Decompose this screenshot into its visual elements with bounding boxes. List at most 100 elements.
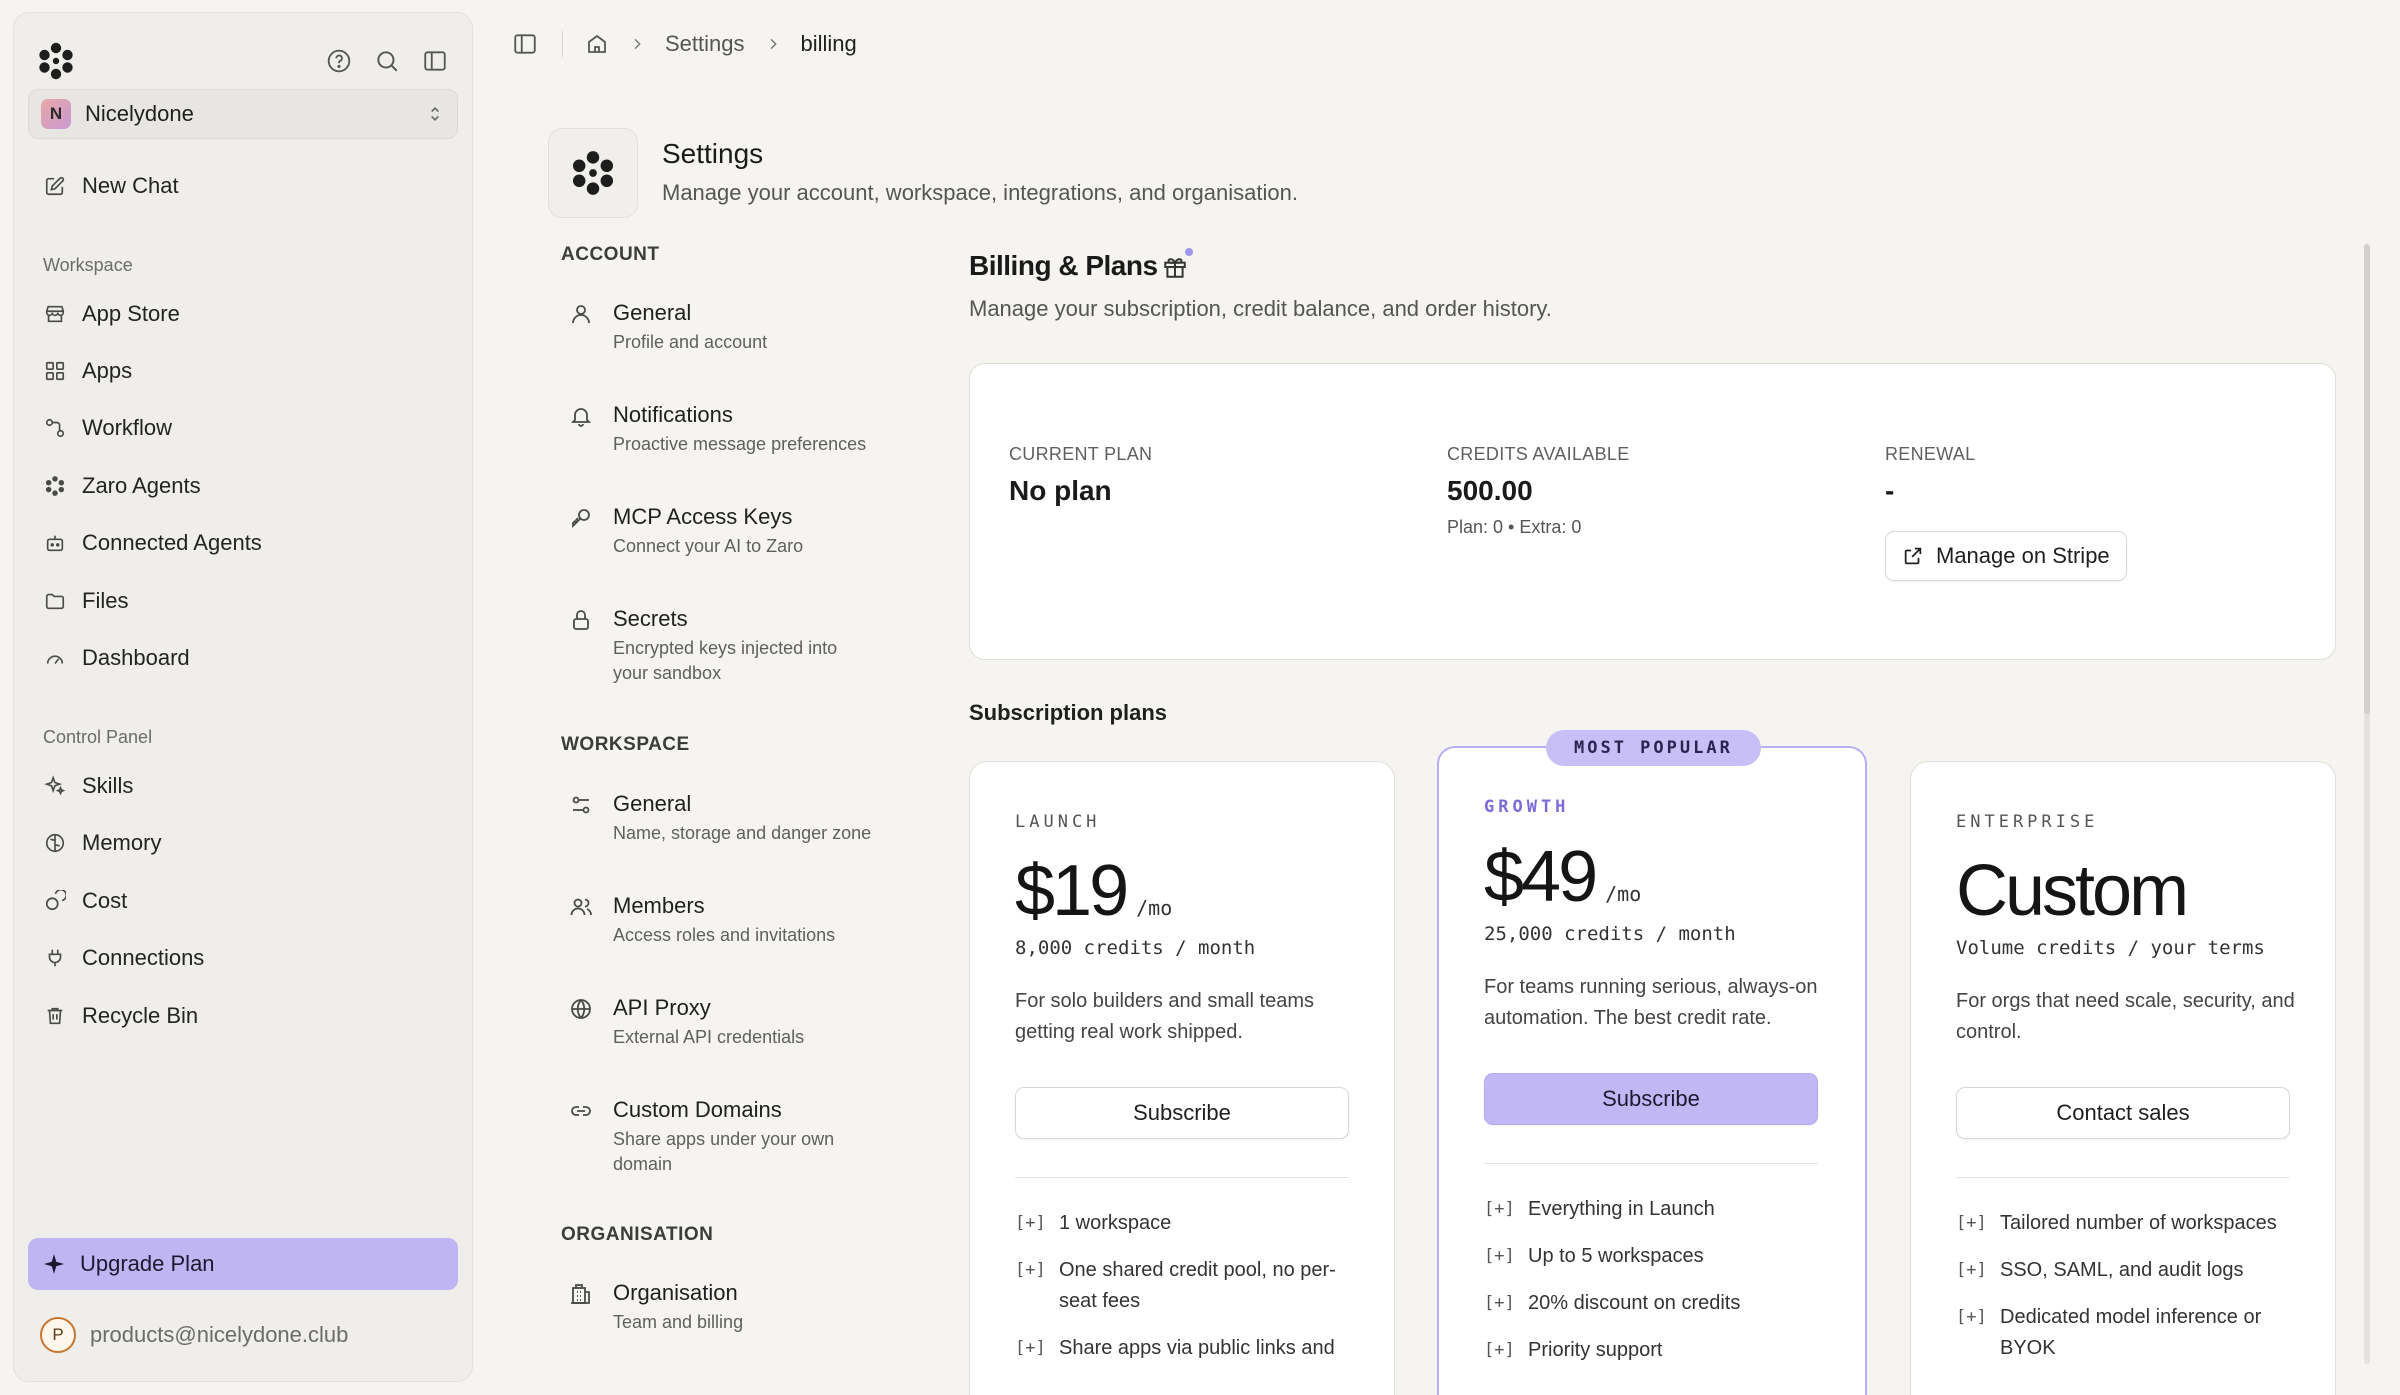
subscribe-growth-button[interactable]: Subscribe <box>1484 1073 1818 1125</box>
app-logo-icon[interactable] <box>36 41 76 81</box>
menu-item-account-general[interactable]: General Profile and account <box>565 298 895 355</box>
grid-icon <box>42 358 68 384</box>
agents-logo-icon <box>42 473 68 499</box>
scrollbar-thumb[interactable] <box>2364 244 2370 714</box>
plan-feature: [+] Share apps via public links and <box>1015 1333 1359 1364</box>
feature-marker: [+] <box>1484 1293 1515 1313</box>
store-icon <box>42 301 68 327</box>
menu-item-title: General <box>613 300 692 325</box>
plan-feature: [+] One shared credit pool, no per-seat f… <box>1015 1255 1359 1317</box>
account-menu[interactable]: P products@nicelydone.club <box>40 1317 348 1353</box>
feature-text: Everything in Launch <box>1528 1198 1715 1220</box>
feature-text: Up to 5 workspaces <box>1528 1245 1704 1267</box>
sidebar-item-cost[interactable]: Cost <box>28 877 458 925</box>
menu-item-desc: Share apps under your own domain <box>613 1129 835 1174</box>
feature-marker: [+] <box>1015 1260 1046 1280</box>
link-icon <box>565 1095 597 1127</box>
help-icon[interactable] <box>324 46 354 76</box>
menu-item-title: Organisation <box>613 1280 738 1305</box>
subscribe-launch-button[interactable]: Subscribe <box>1015 1087 1349 1139</box>
menu-item-workspace-general[interactable]: General Name, storage and danger zone <box>565 789 895 846</box>
sidebar-item-connected-agents[interactable]: Connected Agents <box>28 519 458 567</box>
menu-item-secrets[interactable]: Secrets Encrypted keys injected into your… <box>565 604 895 686</box>
chevron-right-icon <box>765 36 781 52</box>
feature-text: Share apps via public links and <box>1059 1337 1335 1359</box>
plan-price-amount: Custom <box>1956 851 2189 931</box>
plan-description: For teams running serious, always-on aut… <box>1484 976 1818 1029</box>
sidebar-item-label: Dashboard <box>82 645 190 670</box>
sidebar-item-label: Memory <box>82 830 162 855</box>
menu-item-title: Custom Domains <box>613 1097 782 1122</box>
plan-divider <box>1956 1177 2290 1178</box>
sidebar-item-app-store[interactable]: App Store <box>28 290 458 338</box>
contact-sales-button[interactable]: Contact sales <box>1956 1087 2290 1139</box>
avatar: P <box>40 1317 76 1353</box>
sidebar: N Nicelydone New Chat Workspace App Stor… <box>13 12 473 1382</box>
plan-credits: 8,000 credits / month <box>1015 937 1256 959</box>
sidebar-toggle-icon[interactable] <box>420 46 450 76</box>
key-icon <box>565 502 597 534</box>
coins-icon <box>42 888 68 914</box>
plan-feature: [+] Up to 5 workspaces <box>1484 1241 1828 1272</box>
plan-divider <box>1484 1163 1818 1164</box>
user-icon <box>565 298 597 330</box>
menu-item-mcp-access-keys[interactable]: MCP Access Keys Connect your AI to Zaro <box>565 502 895 559</box>
feature-marker: [+] <box>1956 1260 1987 1280</box>
menu-item-custom-domains[interactable]: Custom Domains Share apps under your own … <box>565 1095 895 1177</box>
panel-toggle-icon[interactable] <box>512 31 538 57</box>
sidebar-item-memory[interactable]: Memory <box>28 819 458 867</box>
plan-feature: [+] Priority support <box>1484 1335 1828 1366</box>
settings-logo-icon <box>548 128 638 218</box>
feature-marker: [+] <box>1015 1213 1046 1233</box>
menu-item-api-proxy[interactable]: API Proxy External API credentials <box>565 993 895 1050</box>
sparkle-icon <box>42 773 68 799</box>
robot-icon <box>42 530 68 556</box>
plug-icon <box>42 945 68 971</box>
menu-item-desc: Name, storage and danger zone <box>613 823 872 843</box>
menu-item-title: General <box>613 791 692 816</box>
building-icon <box>565 1278 597 1310</box>
menu-item-notifications[interactable]: Notifications Proactive message preferenc… <box>565 400 895 457</box>
menu-item-members[interactable]: Members Access roles and invitations <box>565 891 895 948</box>
feature-marker: [+] <box>1484 1340 1515 1360</box>
home-icon[interactable] <box>585 32 609 56</box>
workspace-name: Nicelydone <box>85 101 194 126</box>
upgrade-plan-label: Upgrade Plan <box>80 1251 215 1276</box>
sidebar-item-skills[interactable]: Skills <box>28 762 458 810</box>
sidebar-item-workflow[interactable]: Workflow <box>28 404 458 452</box>
feature-marker: [+] <box>1484 1199 1515 1219</box>
gift-icon[interactable] <box>1162 254 1188 280</box>
workspace-selector[interactable]: N Nicelydone <box>28 89 458 139</box>
sidebar-item-label: Cost <box>82 888 128 913</box>
new-chat-button[interactable]: New Chat <box>28 162 458 210</box>
sidebar-item-files[interactable]: Files <box>28 577 458 625</box>
sidebar-item-dashboard[interactable]: Dashboard <box>28 634 458 682</box>
manage-on-stripe-button[interactable]: Manage on Stripe <box>1885 531 2127 581</box>
sidebar-item-label: Files <box>82 588 129 613</box>
sidebar-item-apps[interactable]: Apps <box>28 347 458 395</box>
upgrade-plan-button[interactable]: Upgrade Plan <box>28 1238 458 1290</box>
plan-feature: [+] 1 workspace <box>1015 1208 1359 1239</box>
plan-price-period: /mo <box>1605 882 1642 906</box>
breadcrumb: Settings billing <box>512 24 857 64</box>
menu-item-desc: Profile and account <box>613 332 768 352</box>
brain-icon <box>42 830 68 856</box>
gauge-icon <box>42 645 68 671</box>
plan-price: $49 /mo <box>1484 836 1641 918</box>
search-icon[interactable] <box>372 46 402 76</box>
menu-item-desc: Connect your AI to Zaro <box>613 536 804 556</box>
account-section-title: ACCOUNT <box>561 244 660 265</box>
breadcrumb-settings[interactable]: Settings <box>665 31 745 57</box>
trash-icon <box>42 1003 68 1029</box>
billing-title: Billing & Plans <box>969 250 1158 281</box>
plan-price-amount: $49 <box>1484 837 1598 917</box>
menu-item-organisation[interactable]: Organisation Team and billing <box>565 1278 895 1335</box>
sidebar-item-zaro-agents[interactable]: Zaro Agents <box>28 462 458 510</box>
plan-feature: [+] Everything in Launch <box>1484 1194 1828 1225</box>
external-link-icon <box>1902 545 1924 567</box>
sidebar-item-recycle-bin[interactable]: Recycle Bin <box>28 992 458 1040</box>
sidebar-item-connections[interactable]: Connections <box>28 934 458 982</box>
notification-dot <box>1185 248 1193 256</box>
bell-icon <box>565 400 597 432</box>
sidebar-item-label: Workflow <box>82 415 173 440</box>
